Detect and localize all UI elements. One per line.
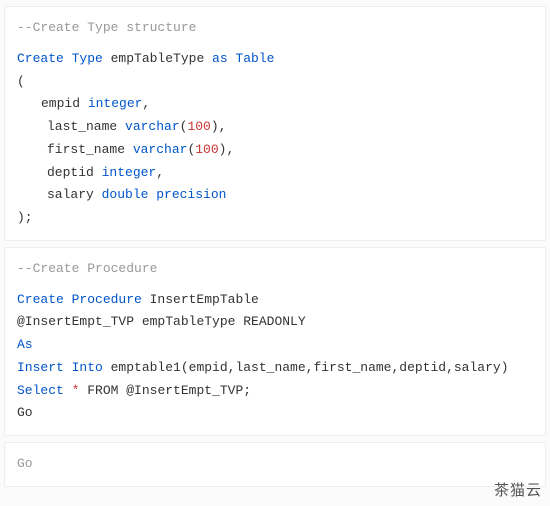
type-double: double precision	[102, 187, 227, 202]
select-param: @InsertEmpt_TVP	[118, 383, 243, 398]
insert-target: emptable1(empid,last_name,first_name,dep…	[103, 360, 509, 375]
star: *	[64, 383, 87, 398]
param-type: empTableType READONLY	[134, 314, 306, 329]
code-block-type: --Create Type structure Create Type empT…	[4, 6, 546, 241]
type-varchar: varchar	[133, 142, 188, 157]
comma: ,	[156, 165, 164, 180]
comment-procedure: --Create Procedure	[17, 261, 157, 276]
semicolon: ;	[243, 383, 251, 398]
number-100: 100	[187, 119, 210, 134]
go-stmt: Go	[17, 405, 33, 420]
number-100: 100	[195, 142, 218, 157]
type-name: empTableType	[103, 51, 212, 66]
procedure-name: InsertEmpTable	[142, 292, 259, 307]
comma: ,	[226, 142, 234, 157]
watermark-text: 茶猫云	[494, 479, 542, 500]
keyword-create-type: Create Type	[17, 51, 103, 66]
code-block-go: Go	[4, 442, 546, 487]
code-block-procedure: --Create Procedure Create Procedure Inse…	[4, 247, 546, 436]
type-integer: integer	[88, 96, 143, 111]
type-varchar: varchar	[125, 119, 180, 134]
keyword-insert-into: Insert Into	[17, 360, 103, 375]
keyword-as-table: as Table	[212, 51, 274, 66]
comma: ,	[219, 119, 227, 134]
field-salary: salary	[47, 187, 102, 202]
keyword-from: FROM	[87, 383, 118, 398]
go-text: Go	[17, 456, 33, 471]
keyword-select: Select	[17, 383, 64, 398]
type-integer: integer	[102, 165, 157, 180]
param-tvp: @InsertEmpt_TVP	[17, 314, 134, 329]
comma: ,	[142, 96, 150, 111]
keyword-as: As	[17, 337, 33, 352]
close-paren-semi: );	[17, 210, 33, 225]
field-firstname: first_name	[47, 142, 133, 157]
field-deptid: deptid	[47, 165, 102, 180]
close-paren: )	[211, 119, 219, 134]
comment-type: --Create Type structure	[17, 20, 196, 35]
field-lastname: last_name	[47, 119, 125, 134]
open-paren: (	[17, 74, 25, 89]
keyword-create-procedure: Create Procedure	[17, 292, 142, 307]
field-empid: empid	[41, 96, 88, 111]
